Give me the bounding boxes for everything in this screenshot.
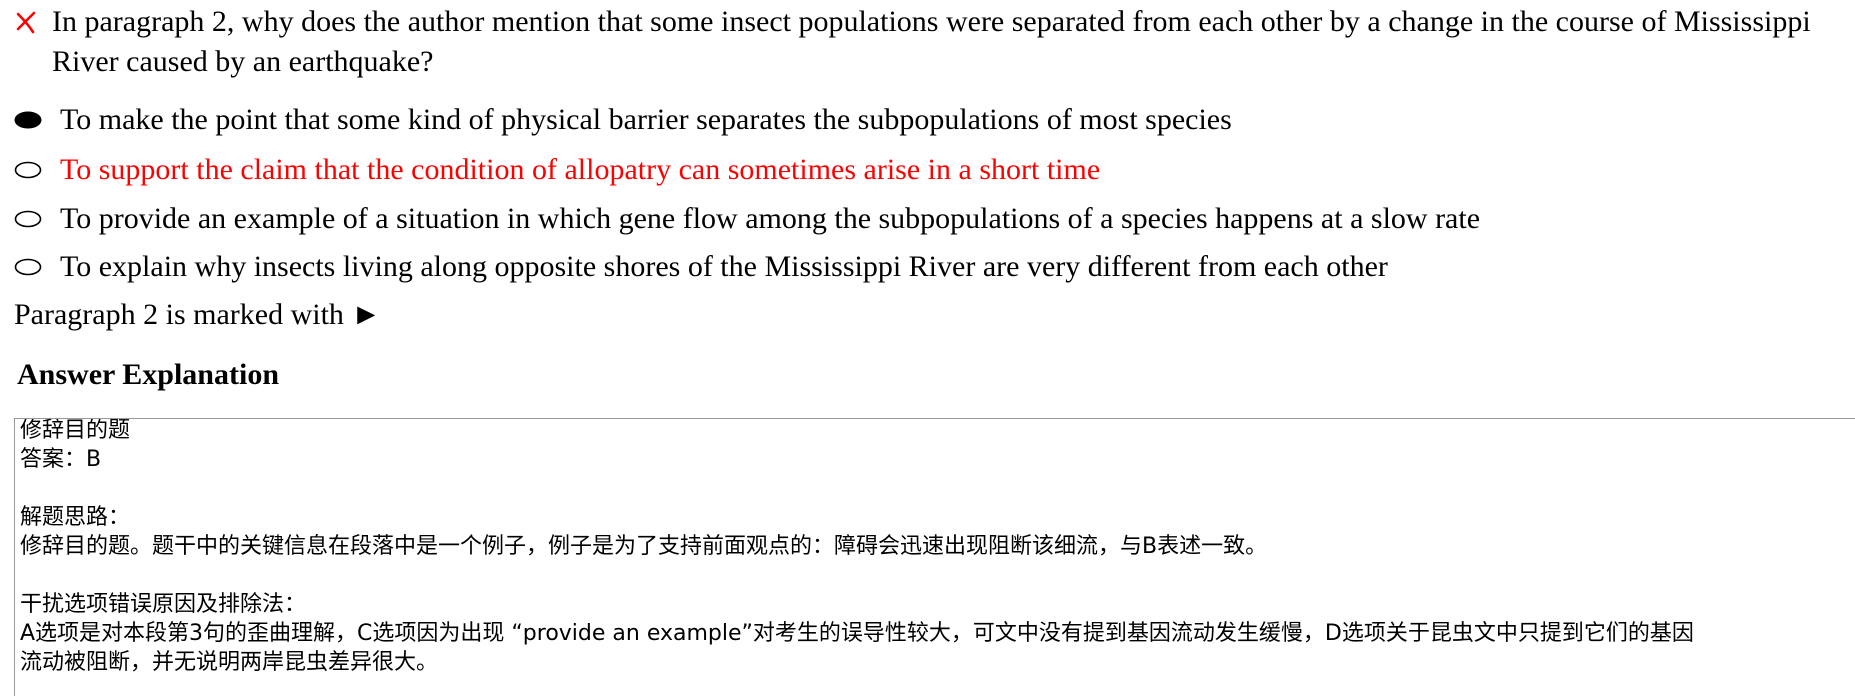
explanation-line: A选项是对本段第3句的歪曲理解，C选项因为出现 “provide an exam… [20, 621, 1694, 646]
paragraph-marker-note: Paragraph 2 is marked with ► [14, 298, 382, 331]
explanation-line: 干扰选项错误原因及排除法： [20, 592, 307, 617]
explanation-title: Answer Explanation [17, 358, 280, 391]
option-b[interactable]: To support the claim that the condition … [14, 150, 1844, 190]
radio-selected-icon[interactable] [14, 111, 42, 129]
explanation-textbox[interactable]: 修辞目的题 答案：B 解题思路： 修辞目的题。题干中的关键信息在段落中是一个例子… [14, 418, 1855, 696]
explanation-line: 流动被阻断，并无说明两岸昆虫差异很大。 [20, 650, 439, 675]
explanation-line: 修辞目的题。题干中的关键信息在段落中是一个例子，例子是为了支持前面观点的：障碍会… [20, 534, 1268, 559]
radio-unselected-icon[interactable] [14, 210, 42, 228]
question-text: In paragraph 2, why does the author ment… [52, 5, 1811, 78]
option-a[interactable]: To make the point that some kind of phys… [14, 100, 1844, 140]
option-label: To make the point that some kind of phys… [60, 103, 1232, 136]
radio-unselected-icon[interactable] [14, 161, 42, 179]
explanation-line: 修辞目的题 [20, 418, 131, 443]
option-d[interactable]: To explain why insects living along oppo… [14, 247, 1844, 287]
option-c[interactable]: To provide an example of a situation in … [14, 199, 1844, 239]
option-label-correct: To support the claim that the condition … [60, 153, 1101, 186]
wrong-x-icon [16, 11, 36, 34]
option-label: To explain why insects living along oppo… [60, 250, 1388, 283]
explanation-line: 解题思路： [20, 505, 131, 530]
option-label: To provide an example of a situation in … [60, 202, 1481, 235]
explanation-line: 答案：B [20, 447, 102, 472]
radio-unselected-icon[interactable] [14, 258, 42, 276]
